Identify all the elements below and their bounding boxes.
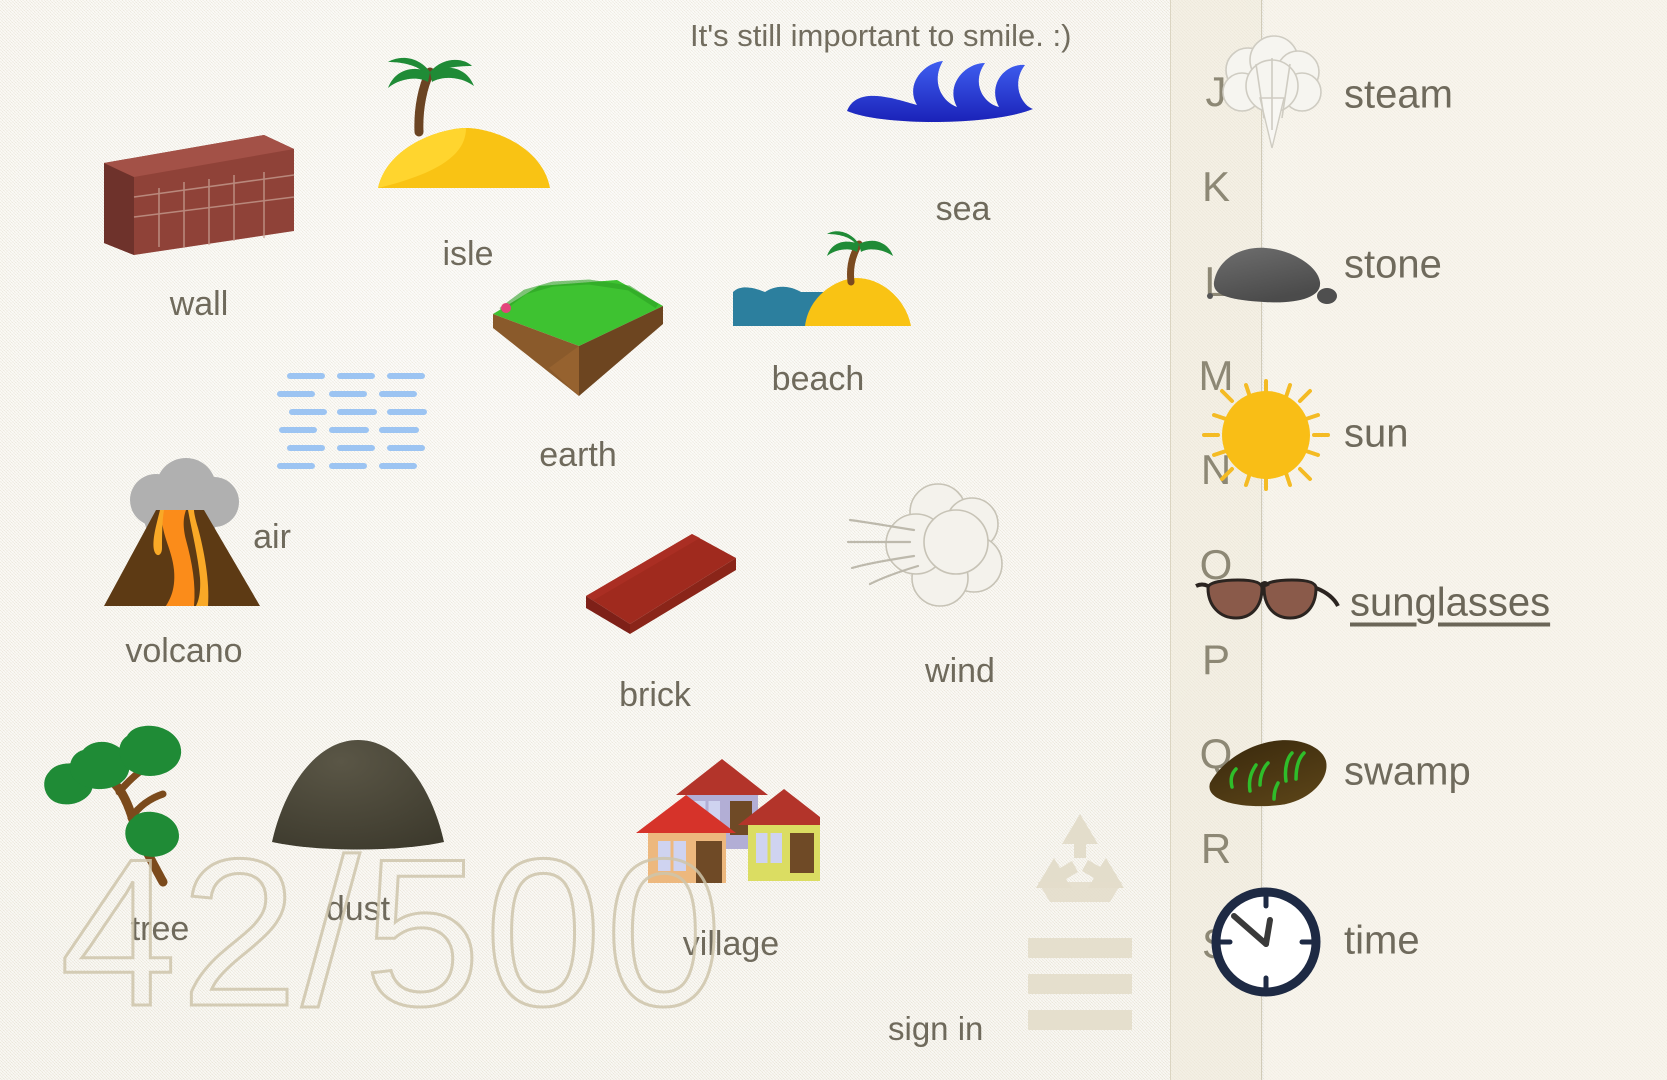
clock-icon: [1204, 886, 1334, 997]
brick-wall-icon: [104, 135, 295, 255]
earth-clod-icon: [493, 279, 663, 396]
brick-icon: [586, 534, 736, 634]
board-item-volcano[interactable]: volcano: [100, 452, 268, 670]
word-label[interactable]: sunglasses: [1350, 581, 1550, 626]
board-item-label: wall: [169, 285, 229, 323]
beach-icon: [733, 231, 911, 326]
board-item-label: earth: [539, 436, 617, 474]
board-item-isle[interactable]: isle: [374, 57, 554, 273]
recycle-icon[interactable]: [1030, 810, 1130, 910]
menu-bar-2: [1028, 974, 1132, 994]
island-icon: [378, 57, 550, 188]
word-row-steam[interactable]: steam: [1222, 35, 1667, 149]
sea-wave-icon: [847, 61, 1033, 123]
hamburger-menu-icon[interactable]: [1028, 938, 1132, 1030]
word-label[interactable]: time: [1344, 919, 1420, 964]
word-label[interactable]: steam: [1344, 73, 1453, 118]
board-item-label: sea: [935, 190, 991, 228]
board-item-label: volcano: [125, 632, 243, 670]
word-label[interactable]: sun: [1344, 412, 1409, 457]
stone-icon: [1204, 210, 1337, 320]
board-item-brick[interactable]: brick: [582, 520, 740, 714]
board-item-beach[interactable]: beach: [733, 231, 911, 398]
board-item-label: wind: [925, 652, 995, 690]
alpha-letter-r[interactable]: R: [1171, 825, 1261, 873]
word-row-sun[interactable]: sun: [1202, 379, 1667, 491]
word-row-swamp[interactable]: swamp: [1209, 719, 1667, 825]
sunglasses-icon: [1195, 548, 1340, 658]
tagline-text: It's still important to smile. :): [690, 18, 1072, 53]
board-item-earth[interactable]: earth: [489, 268, 667, 474]
menu-bar-1: [1028, 938, 1132, 958]
board-item-label: isle: [442, 235, 494, 273]
menu-bar-3: [1028, 1010, 1132, 1030]
board-item-label: brick: [619, 676, 691, 714]
word-row-stone[interactable]: stone: [1207, 212, 1667, 318]
word-row-time[interactable]: time: [1211, 887, 1667, 997]
word-row-sunglasses[interactable]: sunglasses: [1195, 550, 1667, 656]
sign-in-link[interactable]: sign in: [888, 1010, 983, 1048]
element-list-panel[interactable]: steam stone sun sunglasses swamp time: [1195, 0, 1667, 1080]
board-item-sea[interactable]: sea: [845, 55, 1035, 228]
steam-icon: [1204, 35, 1334, 150]
word-label[interactable]: swamp: [1344, 750, 1471, 795]
swamp-icon: [1204, 717, 1334, 827]
board-item-air[interactable]: air: [253, 368, 428, 556]
alpha-letter-k[interactable]: K: [1171, 163, 1261, 211]
board-item-wall[interactable]: wall: [104, 135, 295, 323]
board-item-label: beach: [771, 360, 865, 398]
word-label[interactable]: stone: [1344, 243, 1442, 288]
sun-icon: [1202, 379, 1334, 491]
score-counter: 42/500: [58, 815, 727, 1050]
volcano-icon: [104, 458, 260, 606]
play-board[interactable]: It's still important to smile. :) wall i…: [0, 0, 1170, 1080]
board-item-wind[interactable]: wind: [846, 472, 1008, 690]
air-dashes-icon: [277, 373, 427, 469]
wind-cloud-icon: [846, 483, 1003, 607]
